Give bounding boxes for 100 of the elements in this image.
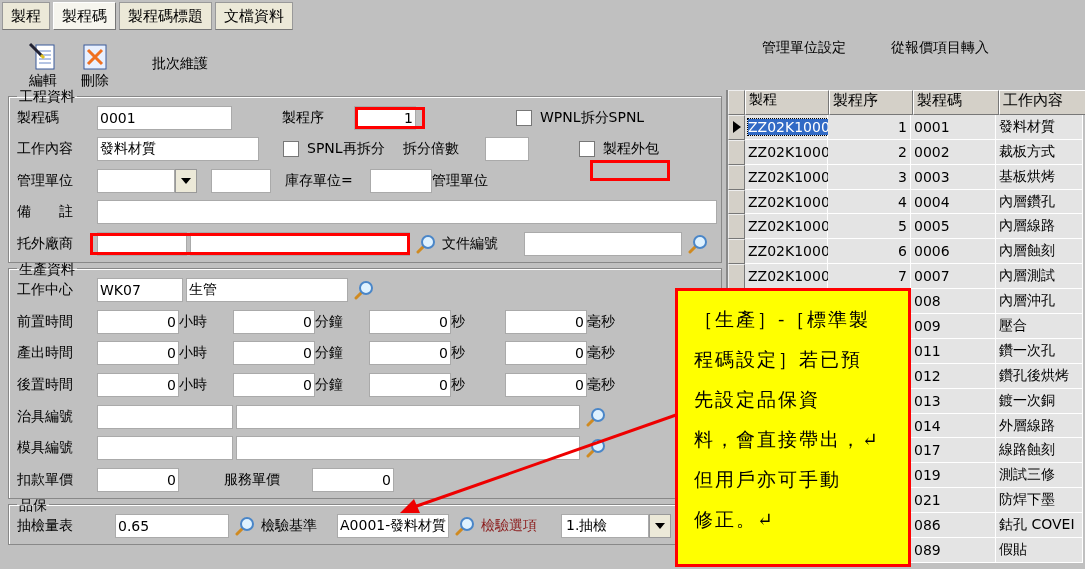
field-label: 備 註 bbox=[17, 203, 74, 222]
input-field[interactable]: 0 bbox=[505, 309, 587, 334]
input-field[interactable]: 0 bbox=[233, 341, 315, 366]
input-field[interactable] bbox=[236, 404, 580, 429]
callout-text: 料，會直接帶出，↵ bbox=[694, 427, 880, 451]
field-label: 前置時間 bbox=[17, 312, 74, 331]
unit-setup-button[interactable]: 管理單位設定 bbox=[762, 39, 846, 57]
search-icon[interactable] bbox=[455, 516, 475, 537]
input-field[interactable]: 0 bbox=[97, 373, 179, 398]
checkbox-label: WPNL拆分SPNL bbox=[540, 108, 645, 127]
search-icon[interactable] bbox=[586, 406, 606, 427]
table-cell: 012 bbox=[911, 363, 996, 389]
option-dropdown[interactable]: 1.抽檢 bbox=[561, 514, 649, 539]
batch-maintain-button[interactable]: 批次維護 bbox=[152, 55, 208, 73]
checkbox-label: SPNL再拆分 bbox=[307, 140, 385, 159]
input-field[interactable] bbox=[97, 200, 717, 225]
input-field[interactable]: 0 bbox=[97, 341, 179, 366]
field-label: 製程碼 bbox=[17, 108, 60, 127]
table-cell: 086 bbox=[911, 513, 996, 539]
table-cell: 1 bbox=[828, 114, 911, 140]
input-field[interactable]: 0 bbox=[97, 309, 179, 334]
input-field[interactable]: 0 bbox=[233, 309, 315, 334]
checkbox[interactable] bbox=[516, 109, 532, 126]
table-cell: 內層沖孔 bbox=[996, 289, 1083, 314]
section-title: 工程資料 bbox=[18, 90, 76, 102]
tab[interactable]: 文檔資料 bbox=[215, 2, 293, 30]
table-cell: 測試三修 bbox=[996, 463, 1083, 489]
delete-button[interactable]: 刪除 bbox=[80, 42, 110, 90]
callout-text: ［生產］-［標準製 bbox=[694, 307, 871, 331]
table-cell: 011 bbox=[911, 338, 996, 364]
table-cell: 0004 bbox=[911, 189, 996, 215]
input-field[interactable]: 0 bbox=[369, 341, 451, 366]
table-cell: 3 bbox=[828, 164, 911, 190]
tab[interactable]: 製程碼 bbox=[53, 2, 116, 30]
input-field[interactable]: 0001 bbox=[97, 105, 232, 130]
input-field[interactable]: 生管 bbox=[186, 278, 348, 303]
unit-label: 毫秒 bbox=[587, 344, 616, 363]
table-cell: 021 bbox=[911, 488, 996, 514]
table-cell: 4 bbox=[828, 189, 911, 215]
input-field[interactable]: 0 bbox=[369, 309, 451, 334]
tab[interactable]: 製程 bbox=[2, 2, 50, 30]
search-icon[interactable] bbox=[354, 280, 374, 301]
table-cell: ZZ02K1000 bbox=[745, 239, 828, 265]
search-icon[interactable] bbox=[586, 438, 606, 459]
dropdown-button[interactable] bbox=[175, 168, 197, 193]
search-icon[interactable] bbox=[688, 233, 708, 254]
unit-label: 秒 bbox=[451, 376, 466, 395]
checkbox[interactable] bbox=[283, 141, 299, 158]
unit-label: 秒 bbox=[451, 312, 466, 331]
unit-label: 毫秒 bbox=[587, 312, 616, 331]
table-cell: 內層鑽孔 bbox=[996, 189, 1083, 215]
column-header[interactable]: 工作內容 bbox=[999, 90, 1085, 115]
table-cell: 0005 bbox=[911, 214, 996, 240]
field-label: 管理單位 bbox=[432, 171, 488, 190]
table-cell: 裁板方式 bbox=[996, 139, 1083, 165]
unit-label: 分鐘 bbox=[315, 344, 344, 363]
field-label: 工作中心 bbox=[17, 281, 74, 300]
input-field[interactable] bbox=[524, 231, 682, 256]
column-header[interactable]: 製程碼 bbox=[913, 90, 999, 115]
table-cell: 017 bbox=[911, 438, 996, 464]
dropdown-button[interactable] bbox=[649, 514, 671, 539]
edit-button[interactable]: 編輯 bbox=[28, 42, 58, 90]
table-cell: 鑽一次孔 bbox=[996, 338, 1083, 364]
input-field[interactable]: A0001-發料材質 bbox=[337, 514, 449, 539]
unit-label: 分鐘 bbox=[315, 376, 344, 395]
input-field[interactable]: WK07 bbox=[97, 278, 183, 303]
table-cell: 5 bbox=[828, 214, 911, 240]
input-field[interactable]: 0 bbox=[312, 467, 394, 492]
input-field[interactable] bbox=[370, 168, 432, 193]
import-quote-button[interactable]: 從報價項目轉入 bbox=[891, 39, 989, 57]
search-icon[interactable] bbox=[235, 516, 255, 537]
input-field[interactable] bbox=[236, 436, 580, 461]
input-field[interactable]: 0 bbox=[369, 373, 451, 398]
search-icon[interactable] bbox=[416, 233, 436, 254]
table-cell: 0006 bbox=[911, 239, 996, 265]
field-label: 模具編號 bbox=[17, 439, 74, 458]
column-header[interactable]: 製程 bbox=[745, 90, 829, 115]
column-header[interactable]: 製程序 bbox=[829, 90, 913, 115]
input-field[interactable]: 0 bbox=[97, 467, 179, 492]
input-field[interactable] bbox=[484, 137, 529, 162]
input-field[interactable] bbox=[97, 404, 233, 429]
unit-label: 分鐘 bbox=[315, 312, 344, 331]
input-field[interactable]: 0 bbox=[505, 373, 587, 398]
checkbox[interactable] bbox=[578, 141, 595, 158]
input-field[interactable]: 發料材質 bbox=[97, 137, 259, 162]
checkbox-label: 製程外包 bbox=[602, 140, 659, 159]
table-cell: 009 bbox=[911, 314, 996, 339]
field-label: 檢驗選項 bbox=[481, 517, 538, 536]
input-field[interactable]: 0.65 bbox=[115, 514, 229, 539]
input-field[interactable]: 0 bbox=[233, 373, 315, 398]
table-cell: ZZ02K1000 bbox=[745, 114, 828, 140]
input-field[interactable]: 0 bbox=[505, 341, 587, 366]
row-header[interactable] bbox=[728, 114, 745, 140]
input-field[interactable] bbox=[97, 436, 233, 461]
input-field[interactable] bbox=[211, 168, 271, 193]
table-cell: 0001 bbox=[911, 114, 996, 140]
caret-icon bbox=[655, 523, 665, 530]
tab[interactable]: 製程碼標題 bbox=[119, 2, 212, 30]
unit-label: 小時 bbox=[179, 344, 208, 363]
table-cell: 0003 bbox=[911, 164, 996, 190]
